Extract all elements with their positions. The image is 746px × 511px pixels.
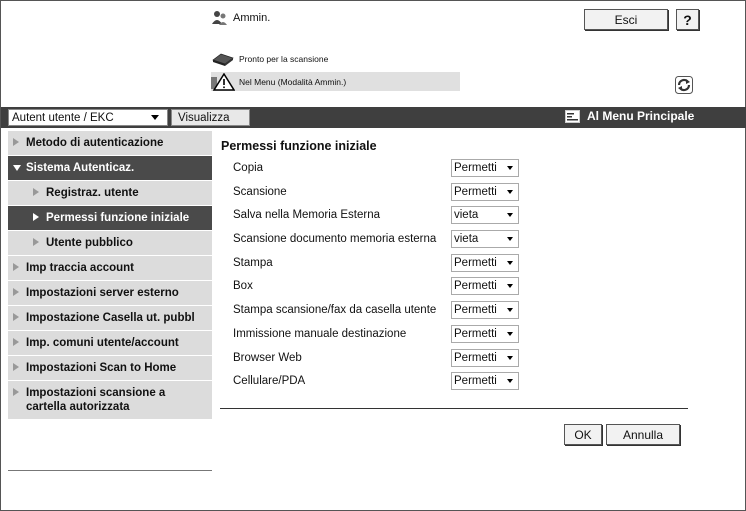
chevron-down-icon [507,237,513,242]
permission-value: Permetti [454,185,497,198]
permission-value: vieta [454,233,479,246]
permission-label: Cellulare/PDA [233,375,306,388]
permission-select[interactable]: Permetti [451,301,519,320]
main-menu-label: Al Menu Principale [587,109,695,123]
permission-select[interactable]: Permetti [451,253,519,272]
warning-icon [211,72,235,91]
sidebar-item-public-box[interactable]: Impostazione Casella ut. pubbl [8,306,212,331]
sidebar-item-auth-system[interactable]: Sistema Autenticaz. [8,156,212,181]
cancel-button[interactable]: Annulla [606,424,680,445]
admin-user-indicator: Ammin. [211,10,270,26]
sidebar-item-public-user[interactable]: Utente pubblico [8,231,212,256]
scanner-status: Pronto per la scansione [211,52,328,66]
permission-value: Permetti [454,351,497,364]
sidebar-item-label: Sistema Autenticaz. [26,162,135,174]
admin-user-icon [212,11,227,25]
chevron-down-icon [507,166,513,170]
sidebar-item-label: Permessi funzione iniziale [46,212,190,224]
sidebar-item-label: Impostazione Casella ut. pubbl [26,312,195,324]
permission-value: Permetti [454,162,497,174]
triangle-right-icon [13,263,19,271]
chevron-down-icon [507,355,513,360]
sidebar-item-account-track[interactable]: Imp traccia account [8,256,212,281]
ok-button[interactable]: OK [564,424,602,445]
sidebar: Metodo di autenticazione Sistema Autenti… [8,131,212,420]
triangle-right-icon [13,288,19,296]
sidebar-item-label: Impostazioni scansione a cartella autori… [26,387,166,413]
sidebar-item-label: Utente pubblico [46,237,133,249]
sidebar-item-label: Impostazioni server esterno [26,287,179,299]
permission-select[interactable]: Permetti [451,159,519,177]
main-menu-link[interactable]: Al Menu Principale [565,109,694,123]
chevron-down-icon [507,260,513,265]
mode-status-text: Nel Menu (Modalità Ammin.) [239,76,347,87]
permission-select[interactable]: Permetti [451,324,519,343]
mode-status-bar: Nel Menu (Modalità Ammin.) [211,72,460,91]
sidebar-item-scan-to-folder[interactable]: Impostazioni scansione a cartella autori… [8,381,212,420]
sidebar-item-common-settings[interactable]: Imp. comuni utente/account [8,331,212,356]
sidebar-item-label: Imp. comuni utente/account [26,337,179,349]
triangle-right-icon [13,338,19,346]
content-divider [220,408,688,409]
permission-label: Box [233,280,253,293]
permission-label: Salva nella Memoria Esterna [233,209,381,222]
chevron-down-icon [151,115,159,120]
triangle-right-icon [13,313,19,321]
page-title: Permessi funzione iniziale [221,139,377,153]
sidebar-item-label: Impostazioni Scan to Home [26,362,177,374]
triangle-right-icon [13,363,19,371]
chevron-down-icon [507,379,513,384]
sidebar-item-user-registration[interactable]: Registraz. utente [8,181,212,206]
triangle-right-icon [13,388,19,396]
permission-label: Copia [233,162,264,174]
permission-value: Permetti [454,375,497,388]
view-select-value: Autent utente / EKC [12,111,114,124]
sidebar-divider [8,470,212,471]
sidebar-item-label: Metodo di autenticazione [26,137,164,149]
triangle-right-icon [13,138,19,146]
view-button[interactable]: Visualizza [171,109,250,126]
permission-select[interactable]: Permetti [451,348,519,367]
scanner-icon [212,53,234,66]
permission-value: Permetti [454,327,497,340]
permission-label: Stampa scansione/fax da casella utente [233,304,437,317]
permission-label: Browser Web [233,351,302,364]
permission-select[interactable]: Permetti [451,277,519,296]
permission-select[interactable]: vieta [451,230,519,249]
sidebar-item-initial-permissions[interactable]: Permessi funzione iniziale [8,206,212,231]
permission-select[interactable]: Permetti [451,372,519,391]
refresh-icon[interactable] [675,76,693,94]
permission-value: Permetti [454,280,497,293]
sidebar-item-auth-method[interactable]: Metodo di autenticazione [8,131,212,156]
permission-label: Scansione [233,185,287,198]
help-button[interactable]: ? [676,9,699,30]
permission-label: Scansione documento memoria esterna [233,233,437,246]
permission-label: Stampa [233,256,273,269]
sidebar-item-external-server[interactable]: Impostazioni server esterno [8,281,212,306]
scanner-status-text: Pronto per la scansione [239,54,329,64]
sidebar-item-label: Imp traccia account [26,262,135,274]
chevron-down-icon [507,284,513,289]
chevron-down-icon [507,331,513,336]
triangle-right-icon [33,238,39,246]
permission-value: vieta [454,209,479,222]
triangle-right-icon [33,188,39,196]
menu-icon [565,109,580,123]
permission-select[interactable]: vieta [451,206,519,225]
sidebar-item-scan-to-home[interactable]: Impostazioni Scan to Home [8,356,212,381]
permission-value: Permetti [454,256,497,269]
sidebar-item-label: Registraz. utente [46,187,139,199]
chevron-down-icon [507,189,513,194]
permission-value: Permetti [454,304,497,317]
view-select[interactable]: Autent utente / EKC [8,109,168,126]
permission-label: Immissione manuale destinazione [233,327,407,340]
logout-button[interactable]: Esci [584,9,668,30]
chevron-down-icon [507,308,513,313]
triangle-down-icon [13,165,21,171]
admin-user-label: Ammin. [233,12,271,24]
chevron-down-icon [507,213,513,218]
permission-select[interactable]: Permetti [451,182,519,201]
triangle-right-icon [33,213,39,221]
